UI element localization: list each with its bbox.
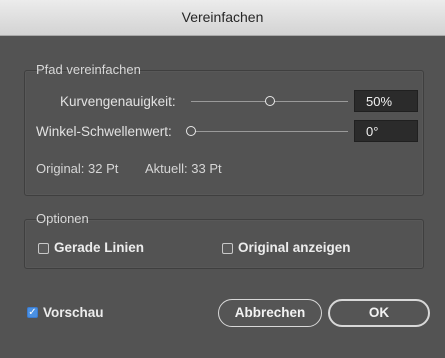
preview-label[interactable]: Vorschau (43, 305, 104, 320)
original-points-readout: Original: 32 Pt (36, 161, 119, 176)
options-legend: Optionen (36, 211, 89, 226)
current-points-readout: Aktuell: 33 Pt (145, 161, 222, 176)
curve-accuracy-value-field[interactable]: 50% (354, 90, 418, 112)
angle-threshold-slider-knob[interactable] (186, 126, 196, 136)
show-original-checkbox[interactable] (222, 243, 233, 254)
angle-threshold-label: Winkel-Schwellenwert: (36, 124, 172, 139)
straight-lines-label[interactable]: Gerade Linien (54, 240, 144, 255)
ok-button[interactable]: OK (328, 299, 430, 327)
window-title: Vereinfachen (181, 9, 264, 25)
checkmark-icon: ✓ (28, 307, 37, 318)
simplify-path-legend: Pfad vereinfachen (36, 62, 141, 77)
angle-threshold-slider-track[interactable] (191, 131, 348, 132)
curve-accuracy-slider-knob[interactable] (264, 96, 275, 106)
straight-lines-checkbox[interactable] (38, 243, 49, 254)
curve-accuracy-label: Kurvengenauigkeit: (60, 94, 176, 109)
angle-threshold-value-field[interactable]: 0° (354, 120, 418, 142)
title-bar: Vereinfachen (0, 0, 445, 36)
show-original-label[interactable]: Original anzeigen (238, 240, 351, 255)
cancel-button[interactable]: Abbrechen (218, 299, 322, 327)
preview-checkbox[interactable]: ✓ (27, 307, 38, 318)
